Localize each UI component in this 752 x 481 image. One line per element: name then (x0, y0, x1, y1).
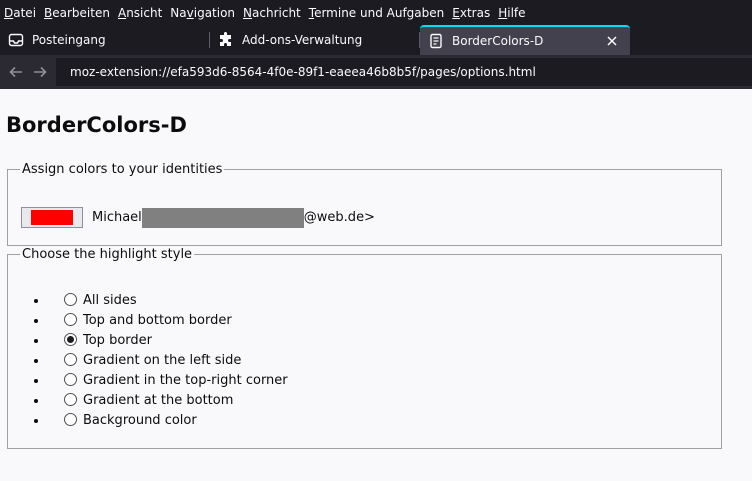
color-picker-button[interactable] (21, 207, 83, 228)
tab-posteingang[interactable]: Posteingang (0, 25, 210, 55)
style-option-gradient-bottom[interactable]: Gradient at the bottom (48, 391, 288, 411)
arrow-right-icon (34, 66, 47, 78)
style-options-list: All sides Top and bottom border Top bord… (48, 291, 288, 431)
puzzle-icon (218, 32, 234, 48)
navigation-bar: moz-extension://efa593d6-8564-4f0e-89f1-… (0, 55, 752, 89)
inbox-icon (8, 32, 24, 48)
url-field[interactable]: moz-extension://efa593d6-8564-4f0e-89f1-… (56, 58, 752, 86)
style-option-top-border[interactable]: Top border (48, 331, 288, 351)
identities-legend: Assign colors to your identities (22, 162, 223, 177)
document-icon (428, 33, 444, 49)
menu-termine[interactable]: Termine und Aufgaben (309, 6, 445, 20)
tab-label: Posteingang (32, 33, 106, 47)
tab-addons[interactable]: Add-ons-Verwaltung (210, 25, 420, 55)
style-option-all-sides[interactable]: All sides (48, 291, 288, 311)
options-page: BorderColors-D Assign colors to your ide… (0, 89, 752, 481)
radio-button[interactable] (64, 393, 77, 406)
identity-domain: @web.de> (303, 210, 375, 225)
menu-bar: Datei Bearbeiten Ansicht Navigation Nach… (0, 0, 752, 25)
highlight-style-fieldset: Choose the highlight style All sides Top… (7, 247, 722, 449)
identities-fieldset: Assign colors to your identities Michael… (7, 162, 722, 246)
tab-bordercolors[interactable]: BorderColors-D (420, 25, 630, 55)
radio-button-selected[interactable] (64, 333, 77, 346)
style-option-gradient-left[interactable]: Gradient on the left side (48, 351, 288, 371)
close-tab-button[interactable] (602, 31, 622, 51)
style-option-background[interactable]: Background color (48, 411, 288, 431)
tab-label: Add-ons-Verwaltung (242, 33, 363, 47)
arrow-left-icon (9, 66, 22, 78)
forward-button[interactable] (28, 60, 52, 84)
identity-name: Michael (92, 210, 142, 225)
menu-extras[interactable]: Extras (452, 6, 490, 20)
radio-button[interactable] (64, 373, 77, 386)
menu-ansicht[interactable]: Ansicht (118, 6, 162, 20)
menu-datei[interactable]: Datei (4, 6, 36, 20)
radio-button[interactable] (64, 313, 77, 326)
redaction-bar (141, 207, 304, 228)
menu-navigation[interactable]: Navigation (170, 6, 235, 20)
highlight-style-legend: Choose the highlight style (22, 247, 193, 262)
menu-nachricht[interactable]: Nachricht (243, 6, 301, 20)
menu-bearbeiten[interactable]: Bearbeiten (44, 6, 110, 20)
style-option-gradient-top-right[interactable]: Gradient in the top-right corner (48, 371, 288, 391)
style-option-top-bottom[interactable]: Top and bottom border (48, 311, 288, 331)
radio-button[interactable] (64, 353, 77, 366)
color-swatch (31, 210, 73, 225)
url-text: moz-extension://efa593d6-8564-4f0e-89f1-… (70, 65, 536, 79)
radio-button[interactable] (64, 413, 77, 426)
menu-hilfe[interactable]: Hilfe (498, 6, 525, 20)
identity-label: Michael @web.de> (92, 207, 375, 228)
tab-strip: Posteingang Add-ons-Verwaltung BorderCol… (0, 25, 752, 55)
page-title: BorderColors-D (6, 113, 187, 137)
back-button[interactable] (4, 60, 28, 84)
radio-button[interactable] (64, 293, 77, 306)
identity-row: Michael @web.de> (21, 207, 375, 228)
tab-label: BorderColors-D (452, 34, 544, 48)
close-icon (607, 36, 617, 46)
